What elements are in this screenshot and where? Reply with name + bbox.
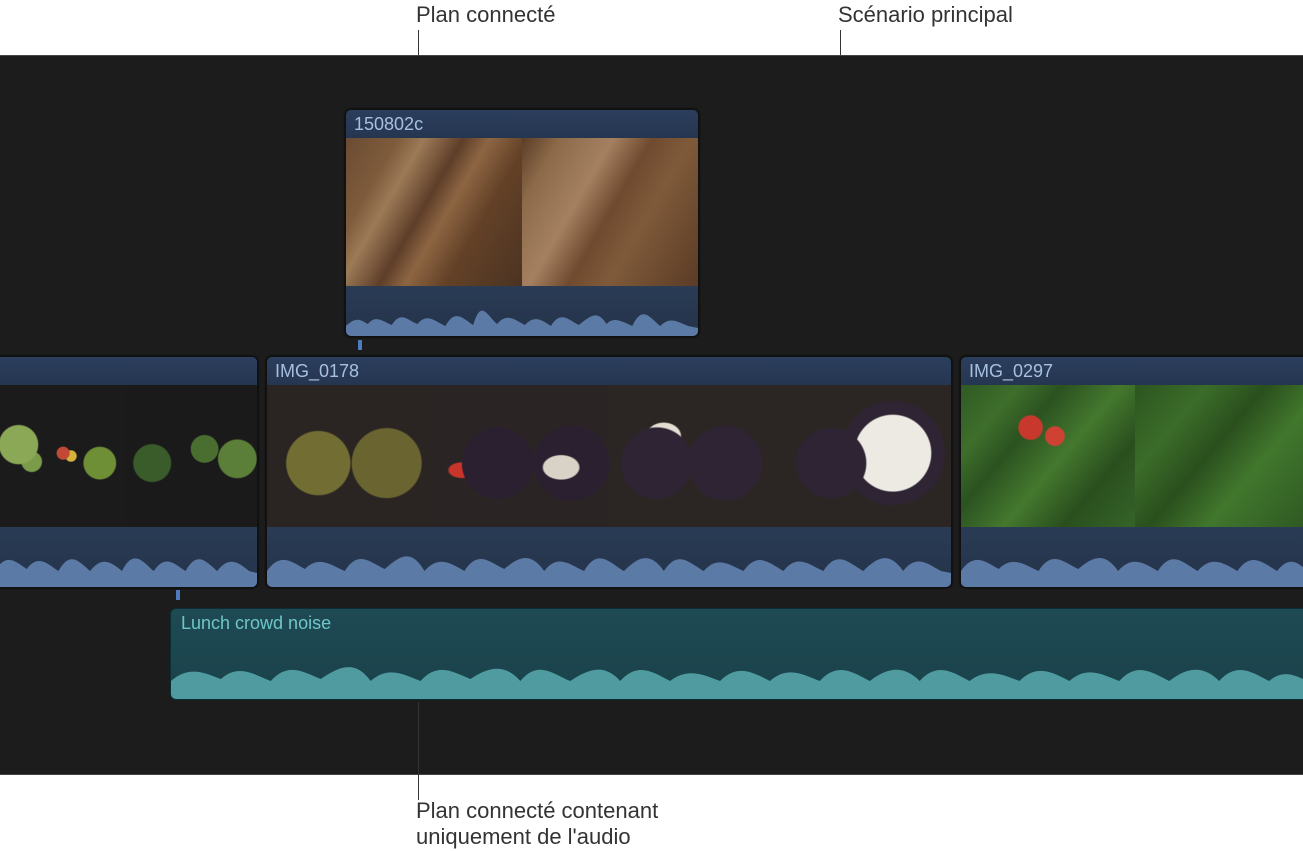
- primary-clip-3[interactable]: IMG_0297: [960, 356, 1303, 588]
- clip-audio-waveform[interactable]: [171, 639, 1303, 699]
- annotation-line: [418, 702, 419, 800]
- primary-clip-2[interactable]: IMG_0178: [266, 356, 952, 588]
- clip-label: IMG_0297: [961, 357, 1303, 385]
- clip-thumbnail: [267, 385, 438, 527]
- clip-thumbnail: [126, 385, 257, 527]
- clip-thumbnail: [346, 138, 522, 286]
- clip-label: 150802c: [346, 110, 698, 138]
- clip-audio-waveform[interactable]: [0, 527, 257, 587]
- primary-clip-1[interactable]: [0, 356, 258, 588]
- clip-audio-waveform[interactable]: [961, 527, 1303, 587]
- annotation-audio-only-line1: Plan connecté contenant: [416, 798, 658, 824]
- audio-only-clip[interactable]: Lunch crowd noise: [170, 608, 1303, 700]
- clip-thumbnail: [961, 385, 1135, 527]
- clip-thumbnail: [780, 385, 951, 527]
- annotation-audio-only-line2: uniquement de l'audio: [416, 824, 631, 850]
- clip-audio-waveform[interactable]: [267, 527, 951, 587]
- annotation-connected-clip: Plan connecté: [416, 2, 555, 28]
- annotation-primary-storyline: Scénario principal: [838, 2, 1013, 28]
- clip-label: Lunch crowd noise: [171, 609, 1303, 639]
- timeline[interactable]: 150802c IMG_0178: [0, 55, 1303, 775]
- clip-thumbnail: [609, 385, 780, 527]
- clip-audio-waveform[interactable]: [346, 286, 698, 336]
- clip-label: IMG_0178: [267, 357, 951, 385]
- clip-thumbnail: [522, 138, 698, 286]
- connected-clip[interactable]: 150802c: [345, 109, 699, 337]
- clip-thumbnail: [1135, 385, 1303, 527]
- clip-label: [0, 357, 257, 385]
- clip-thumbnail: [0, 385, 126, 527]
- connection-tick: [176, 590, 180, 600]
- connection-tick: [358, 340, 362, 350]
- clip-thumbnail: [438, 385, 609, 527]
